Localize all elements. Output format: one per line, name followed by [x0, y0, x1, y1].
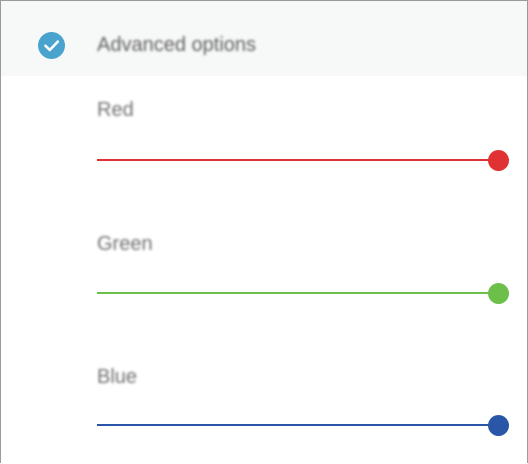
red-slider-label: Red [97, 99, 134, 121]
blue-slider-thumb[interactable] [488, 415, 509, 436]
blue-slider[interactable] [97, 415, 509, 437]
red-slider-thumb[interactable] [488, 150, 509, 171]
advanced-options-label: Advanced options [97, 34, 257, 56]
green-slider-label: Green [97, 233, 153, 255]
green-slider-track [97, 292, 509, 294]
red-slider-track [97, 159, 509, 161]
blue-slider-label: Blue [97, 366, 138, 388]
blue-slider-track [97, 424, 509, 426]
advanced-options-header[interactable]: Advanced options [1, 1, 527, 76]
advanced-options-panel: Advanced options Red Green Blue [0, 0, 528, 463]
checkmark-icon [44, 40, 60, 52]
green-slider[interactable] [97, 283, 509, 305]
green-slider-thumb[interactable] [488, 283, 509, 304]
red-slider[interactable] [97, 150, 509, 172]
check-circle-icon[interactable] [38, 32, 65, 59]
